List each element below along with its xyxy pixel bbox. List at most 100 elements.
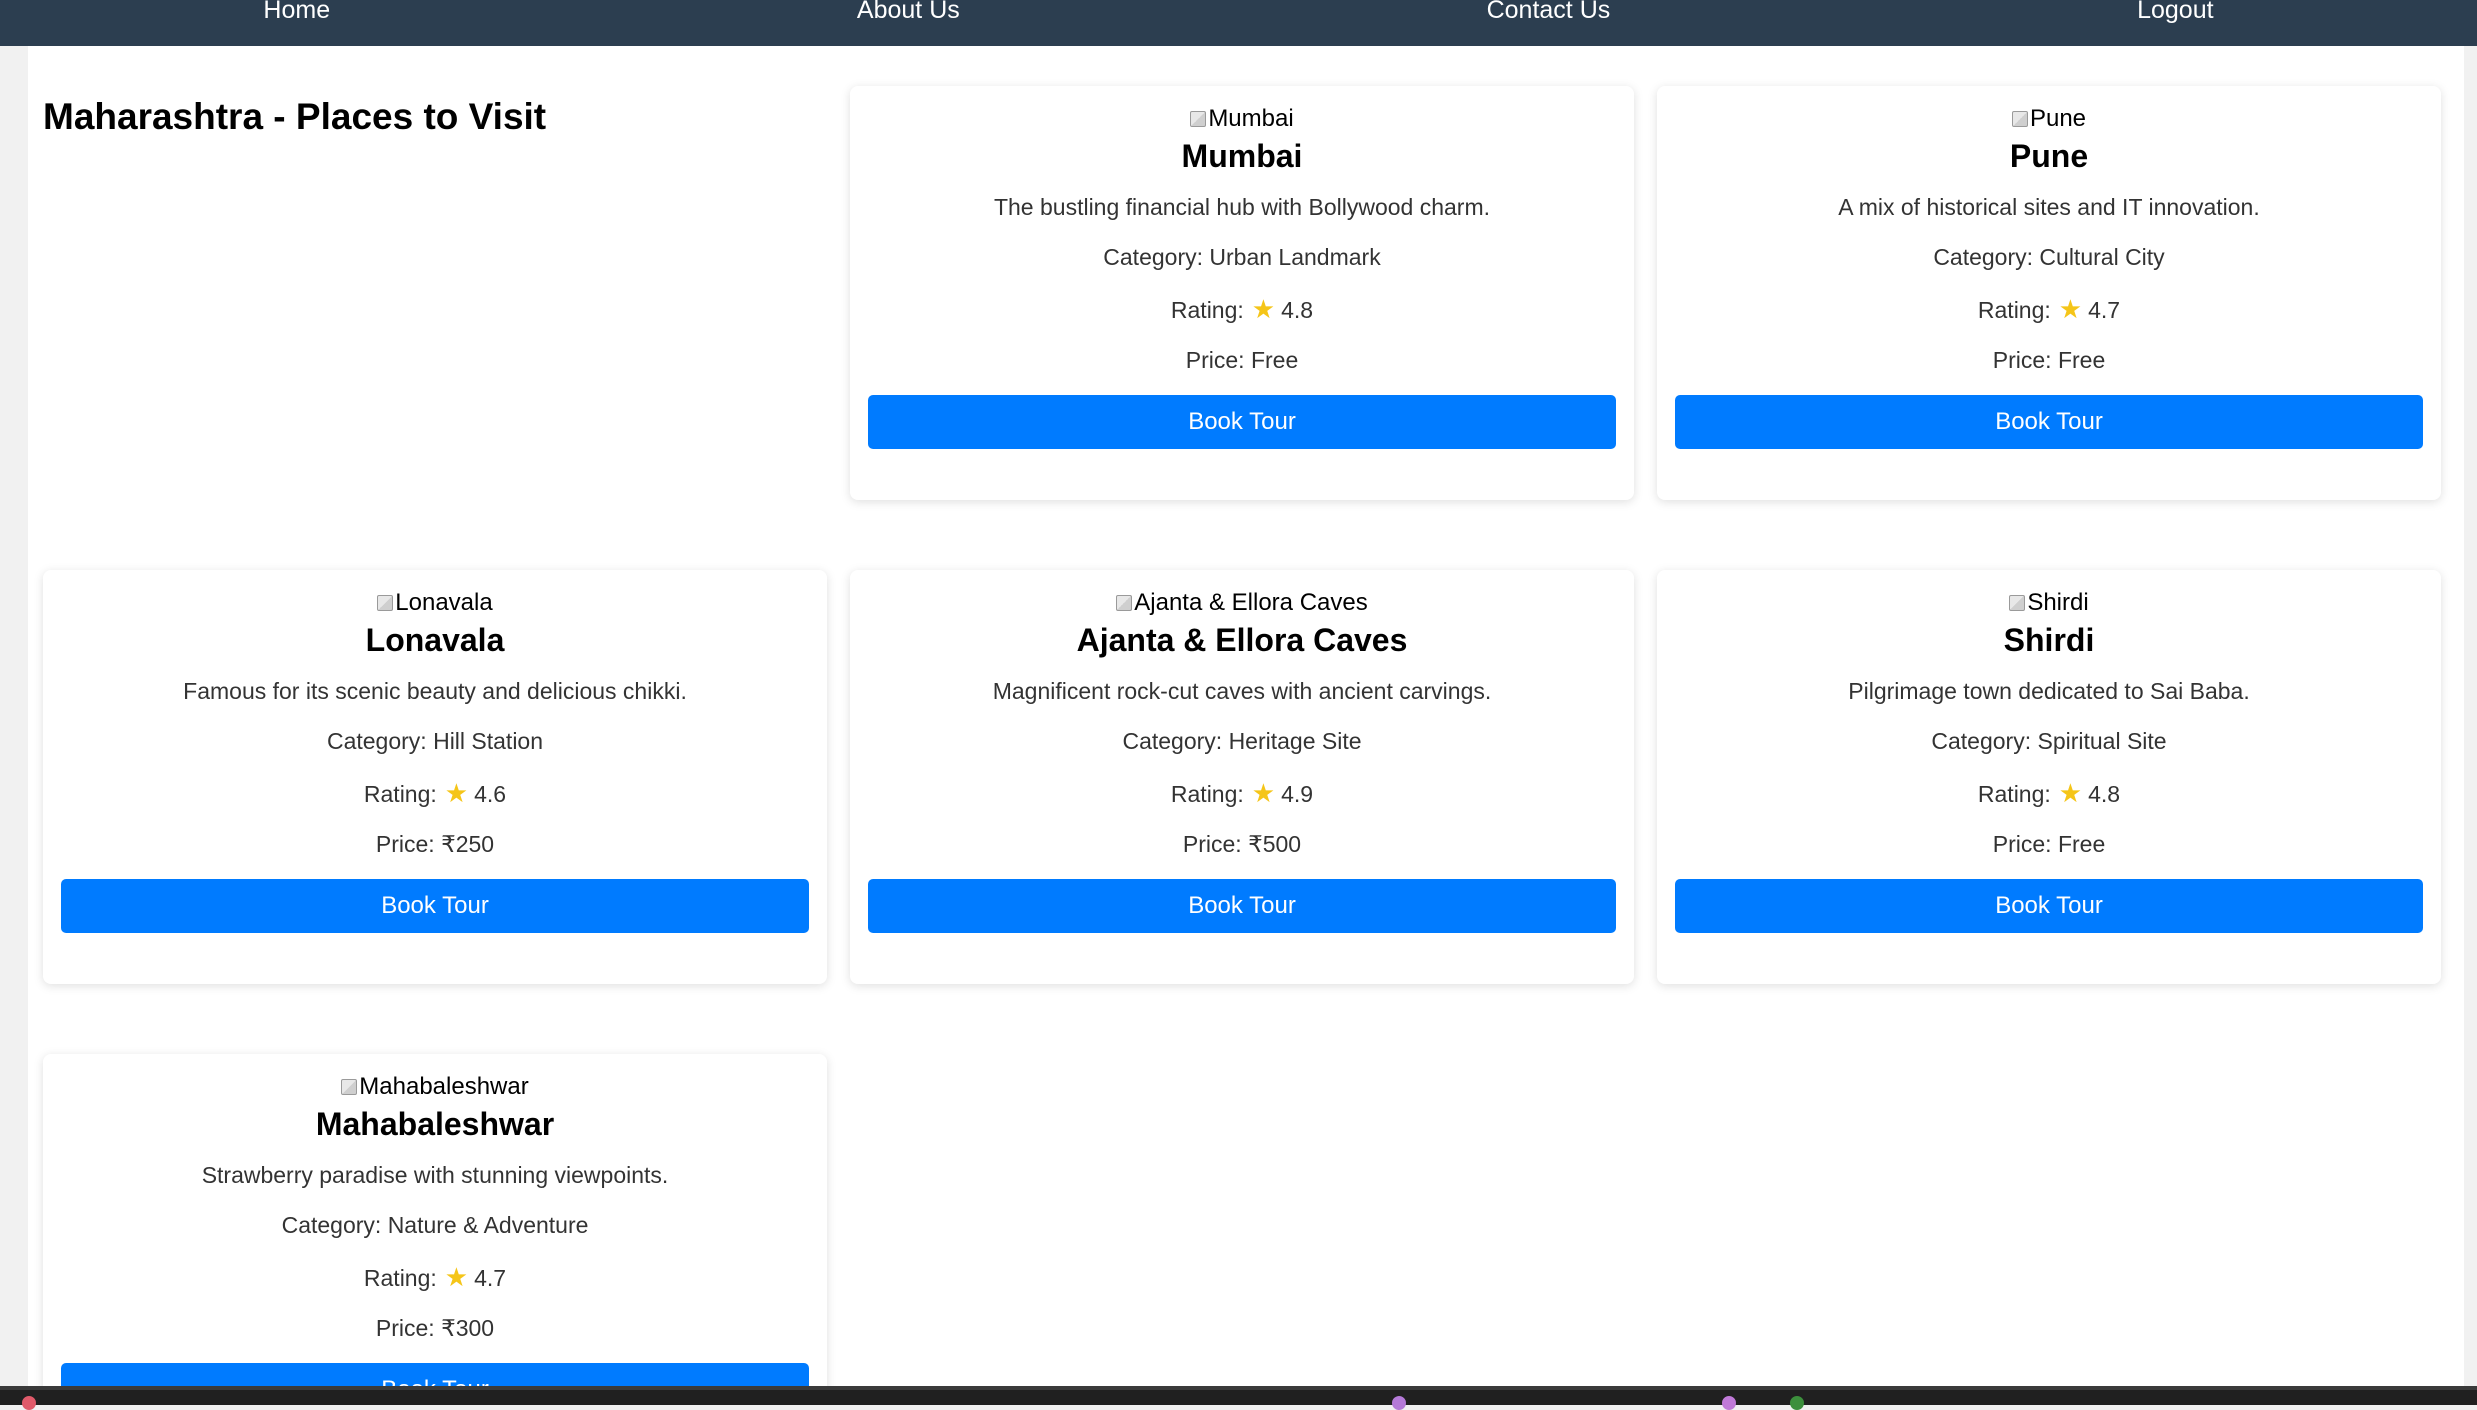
place-name: Pune (2009, 138, 2089, 174)
place-card-pune: Pune Pune A mix of historical sites and … (1657, 86, 2441, 500)
place-image: Pune (2011, 104, 2087, 134)
image-alt-text: Mahabaleshwar (359, 1073, 529, 1100)
price-value: Free (2057, 831, 2106, 857)
price-label: Price: (1992, 347, 2058, 373)
star-icon: ★ (444, 778, 469, 808)
nav-contact-link[interactable]: Contact Us (1487, 0, 1611, 23)
broken-image-icon (377, 595, 394, 611)
place-name: Mumbai (1181, 138, 1303, 174)
book-tour-button[interactable]: Book Tour (1675, 879, 2423, 933)
broken-image-icon (1190, 111, 1207, 127)
rating-value: 4.8 (1281, 297, 1314, 323)
rating-value: 4.9 (1281, 781, 1314, 807)
rating-value: 4.6 (474, 781, 507, 807)
rating-label: Rating: (363, 1265, 437, 1291)
star-icon: ★ (444, 1262, 469, 1292)
place-price: Price: ₹300 (61, 1313, 809, 1343)
page-title: Maharashtra - Places to Visit (43, 96, 547, 137)
place-name: Lonavala (365, 622, 505, 658)
category-label: Category: (1933, 244, 2040, 270)
place-price: Price: ₹250 (61, 829, 809, 859)
place-card-mumbai: Mumbai Mumbai The bustling financial hub… (850, 86, 1634, 500)
place-image: Mumbai (1190, 104, 1294, 134)
place-price: Price: Free (1675, 345, 2423, 375)
place-image: Ajanta & Ellora Caves (1116, 588, 1368, 618)
price-label: Price: (1182, 831, 1249, 857)
nav-logout-link[interactable]: Logout (2137, 0, 2213, 23)
star-icon: ★ (2058, 294, 2083, 324)
place-category: Category: Cultural City (1675, 242, 2423, 272)
nav-about-link[interactable]: About Us (857, 0, 960, 23)
main-content: Maharashtra - Places to Visit Mumbai Mum… (28, 46, 2464, 1386)
rating-label: Rating: (1977, 781, 2051, 807)
place-category: Category: Hill Station (61, 726, 809, 756)
rating-label: Rating: (1170, 781, 1244, 807)
category-label: Category: (1122, 728, 1229, 754)
category-label: Category: (326, 728, 434, 754)
book-tour-button[interactable]: Book Tour (61, 1363, 809, 1386)
place-category: Category: Heritage Site (868, 726, 1616, 756)
places-grid: Maharashtra - Places to Visit Mumbai Mum… (43, 86, 2443, 1386)
category-label: Category: (1103, 244, 1210, 270)
place-price: Price: ₹500 (868, 829, 1616, 859)
place-rating: Rating: ★ 4.8 (868, 294, 1616, 325)
category-value: Cultural City (2039, 244, 2165, 270)
book-tour-button[interactable]: Book Tour (868, 395, 1616, 449)
category-label: Category: (1931, 728, 2038, 754)
place-card-shirdi: Shirdi Shirdi Pilgrimage town dedicated … (1657, 570, 2441, 984)
price-label: Price: (375, 831, 442, 857)
price-value: ₹250 (441, 831, 495, 857)
category-value: Nature & Adventure (387, 1212, 589, 1238)
taskbar-app-icon[interactable] (1392, 1396, 1406, 1410)
category-value: Heritage Site (1228, 728, 1362, 754)
place-rating: Rating: ★ 4.7 (1675, 294, 2423, 325)
rating-value: 4.7 (474, 1265, 507, 1291)
price-value: Free (2057, 347, 2106, 373)
price-label: Price: (1185, 347, 1251, 373)
broken-image-icon (2009, 595, 2026, 611)
price-value: ₹300 (441, 1315, 495, 1341)
price-value: ₹500 (1248, 831, 1302, 857)
taskbar-app-icon[interactable] (1790, 1396, 1804, 1410)
book-tour-button[interactable]: Book Tour (1675, 395, 2423, 449)
taskbar-app-icon[interactable] (22, 1396, 36, 1410)
star-icon: ★ (1251, 294, 1276, 324)
place-card-ajanta-ellora: Ajanta & Ellora Caves Ajanta & Ellora Ca… (850, 570, 1634, 984)
place-price: Price: Free (868, 345, 1616, 375)
place-name: Ajanta & Ellora Caves (1076, 622, 1408, 658)
star-icon: ★ (1251, 778, 1276, 808)
image-alt-text: Mumbai (1208, 105, 1294, 132)
category-value: Urban Landmark (1209, 244, 1381, 270)
category-value: Spiritual Site (2037, 728, 2167, 754)
price-label: Price: (375, 1315, 442, 1341)
place-name: Mahabaleshwar (315, 1106, 555, 1142)
rating-label: Rating: (1170, 297, 1244, 323)
place-image: Shirdi (2009, 588, 2089, 618)
place-card-mahabaleshwar: Mahabaleshwar Mahabaleshwar Strawberry p… (43, 1054, 827, 1386)
image-alt-text: Pune (2029, 105, 2087, 132)
rating-label: Rating: (363, 781, 437, 807)
place-image: Lonavala (377, 588, 493, 618)
category-label: Category: (281, 1212, 388, 1238)
nav-home-link[interactable]: Home (263, 0, 330, 23)
book-tour-button[interactable]: Book Tour (868, 879, 1616, 933)
top-navbar: Home About Us Contact Us Logout (0, 0, 2477, 46)
place-description: Pilgrimage town dedicated to Sai Baba. (1848, 678, 2250, 704)
broken-image-icon (341, 1079, 358, 1095)
place-name: Shirdi (2003, 622, 2095, 658)
price-value: Free (1250, 347, 1299, 373)
price-label: Price: (1992, 831, 2058, 857)
place-rating: Rating: ★ 4.7 (61, 1262, 809, 1293)
rating-label: Rating: (1977, 297, 2051, 323)
image-alt-text: Ajanta & Ellora Caves (1134, 589, 1368, 616)
star-icon: ★ (2058, 778, 2083, 808)
place-description: The bustling financial hub with Bollywoo… (993, 194, 1491, 220)
place-price: Price: Free (1675, 829, 2423, 859)
place-rating: Rating: ★ 4.6 (61, 778, 809, 809)
place-category: Category: Spiritual Site (1675, 726, 2423, 756)
place-description: Strawberry paradise with stunning viewpo… (201, 1162, 669, 1188)
rating-value: 4.8 (2088, 781, 2121, 807)
image-alt-text: Lonavala (395, 589, 493, 616)
book-tour-button[interactable]: Book Tour (61, 879, 809, 933)
taskbar-app-icon[interactable] (1722, 1396, 1736, 1410)
